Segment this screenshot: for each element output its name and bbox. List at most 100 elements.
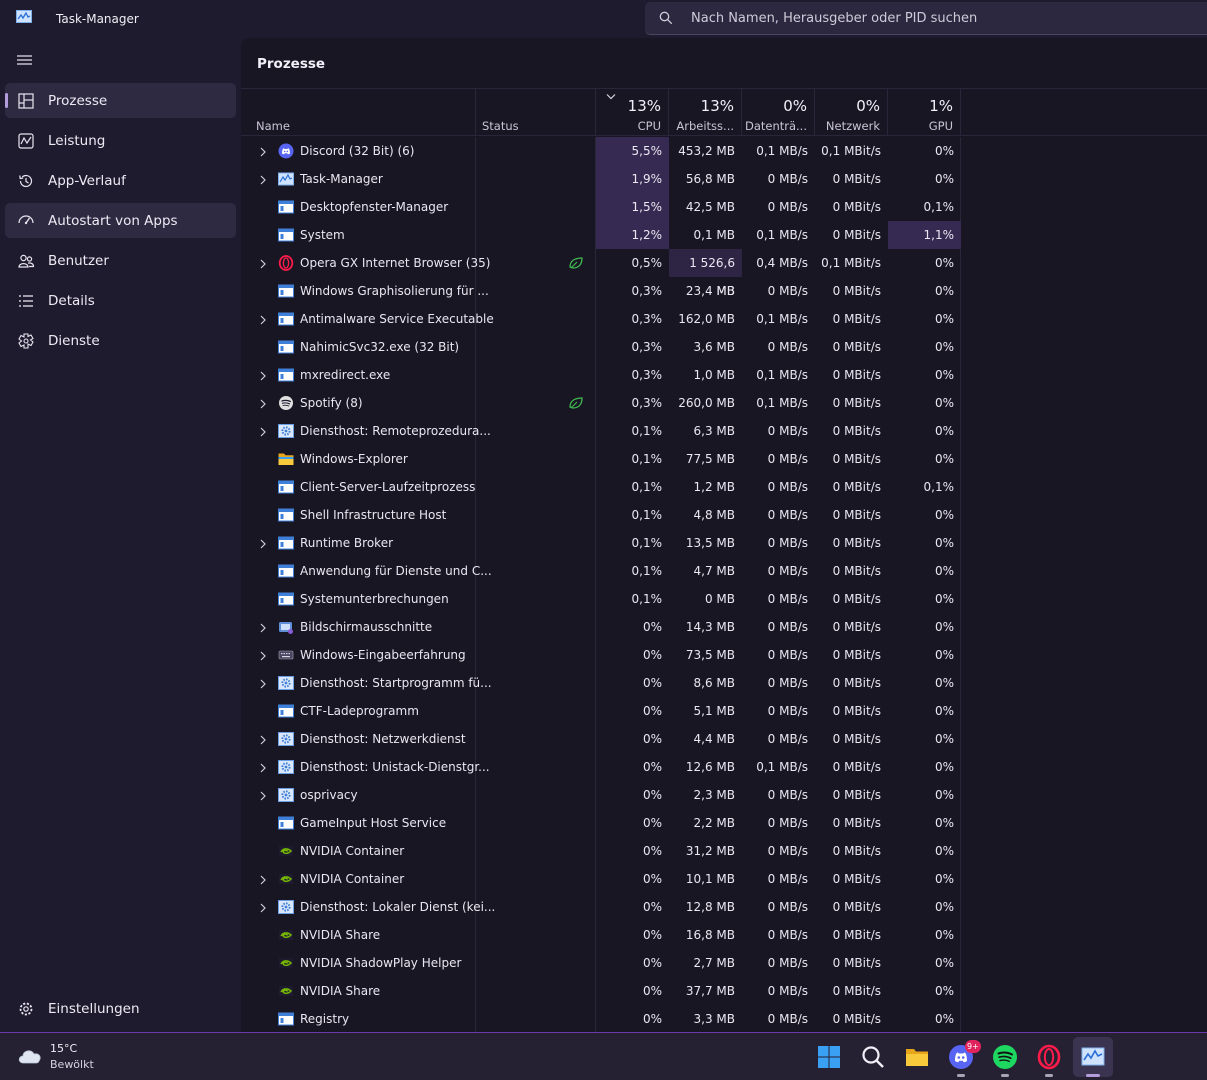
disk-cell: 0 MB/s <box>767 480 808 494</box>
hamburger-menu-icon[interactable] <box>14 52 34 68</box>
taskbar: 15°C Bewölkt 9+ <box>0 1032 1207 1080</box>
nav-item-app-verlauf[interactable]: App-Verlauf <box>5 163 236 198</box>
process-row[interactable]: Diensthost: Netzwerkdienst 0% 4,4 MB 0 MB/s… <box>241 725 1207 753</box>
process-row[interactable]: Runtime Broker 0,1% 13,5 MB 0 MB/s 0 MBit/s 0… <box>241 529 1207 557</box>
expand-chevron-icon[interactable] <box>259 622 267 633</box>
process-row[interactable]: Diensthost: Unistack-Dienstgr... 0% 12,6 M… <box>241 753 1207 781</box>
gpu-cell: 0% <box>934 172 954 186</box>
processes-icon <box>18 93 34 109</box>
column-header-status[interactable]: Status <box>476 89 596 136</box>
taskbar-discord-button[interactable]: 9+ <box>941 1037 981 1077</box>
column-header-disk[interactable]: 0% Datenträ... <box>742 89 815 136</box>
process-row[interactable]: Windows Graphisolierung für ... 0,3% 23,4 … <box>241 277 1207 305</box>
process-row[interactable]: NVIDIA Container 0% 10,1 MB 0 MB/s 0 MBit/s 0… <box>241 865 1207 893</box>
process-row[interactable]: Registry 0% 3,3 MB 0 MB/s 0 MBit/s 0% <box>241 1005 1207 1032</box>
search-box[interactable] <box>645 2 1207 35</box>
network-cell: 0 MBit/s <box>832 312 881 326</box>
process-row[interactable]: NVIDIA Container 0% 31,2 MB 0 MB/s 0 MBit/s 0… <box>241 837 1207 865</box>
expand-chevron-icon[interactable] <box>259 146 267 157</box>
taskbar-search-button[interactable] <box>853 1037 893 1077</box>
process-row[interactable]: Desktopfenster-Manager 1,5% 42,5 MB 0 MB/s 0… <box>241 193 1207 221</box>
taskbar-spotify-button[interactable] <box>985 1037 1025 1077</box>
memory-cell: 14,3 MB <box>685 620 735 634</box>
process-row[interactable]: NVIDIA Share 0% 37,7 MB 0 MB/s 0 MBit/s 0% <box>241 977 1207 1005</box>
cpu-cell: 1,2% <box>596 221 669 249</box>
process-row[interactable]: Diensthost: Remoteprozedura... 0,1% 6,3 MB… <box>241 417 1207 445</box>
spotify-icon <box>278 395 294 411</box>
process-row[interactable]: osprivacy 0% 2,3 MB 0 MB/s 0 MBit/s 0% <box>241 781 1207 809</box>
taskbar-task-manager-button[interactable] <box>1073 1037 1113 1077</box>
expand-chevron-icon[interactable] <box>259 734 267 745</box>
process-name: mxredirect.exe <box>300 368 391 382</box>
process-row[interactable]: mxredirect.exe 0,3% 1,0 MB 0,1 MB/s 0 MBit/s… <box>241 361 1207 389</box>
nav-item-autostart[interactable]: Autostart von Apps <box>5 203 236 238</box>
column-header-cpu[interactable]: 13% CPU <box>596 89 669 136</box>
opera-icon <box>278 255 294 271</box>
column-header-gpu[interactable]: 1% GPU <box>888 89 961 136</box>
column-header-memory[interactable]: 13% Arbeitss... <box>669 89 742 136</box>
process-row[interactable]: Diensthost: Lokaler Dienst (kei... 0% 12,8… <box>241 893 1207 921</box>
process-row[interactable]: Diensthost: Startprogramm fü... 0% 8,6 MB 0… <box>241 669 1207 697</box>
search-input[interactable] <box>691 2 1191 34</box>
process-row[interactable]: Windows-Explorer 0,1% 77,5 MB 0 MB/s 0 MBit/… <box>241 445 1207 473</box>
process-row[interactable]: NVIDIA Share 0% 16,8 MB 0 MB/s 0 MBit/s 0% <box>241 921 1207 949</box>
nav-item-details[interactable]: Details <box>5 283 236 318</box>
column-header-network[interactable]: 0% Netzwerk <box>815 89 888 136</box>
expand-chevron-icon[interactable] <box>259 650 267 661</box>
nav-item-einstellungen[interactable]: Einstellungen <box>5 991 236 1026</box>
process-row[interactable]: Antimalware Service Executable 0,3% 162,0 … <box>241 305 1207 333</box>
nav-item-dienste[interactable]: Dienste <box>5 323 236 358</box>
process-row[interactable]: GameInput Host Service 0% 2,2 MB 0 MB/s 0 MB… <box>241 809 1207 837</box>
gpu-cell: 0% <box>934 284 954 298</box>
cpu-cell: 1,9% <box>596 165 669 193</box>
expand-chevron-icon[interactable] <box>259 370 267 381</box>
process-row[interactable]: NahimicSvc32.exe (32 Bit) 0,3% 3,6 MB 0 MB/… <box>241 333 1207 361</box>
network-cell: 0 MBit/s <box>832 732 881 746</box>
taskbar-opera-button[interactable] <box>1029 1037 1069 1077</box>
disk-cell: 0,1 MB/s <box>756 396 808 410</box>
expand-chevron-icon[interactable] <box>259 174 267 185</box>
expand-chevron-icon[interactable] <box>259 538 267 549</box>
process-row[interactable]: Shell Infrastructure Host 0,1% 4,8 MB 0 MB/… <box>241 501 1207 529</box>
snip-icon <box>278 619 294 635</box>
process-row[interactable]: NVIDIA ShadowPlay Helper 0% 2,7 MB 0 MB/s 0 … <box>241 949 1207 977</box>
process-row[interactable]: Opera GX Internet Browser (35) 0,5% 1 526,… <box>241 249 1207 298</box>
process-row[interactable]: CTF-Ladeprogramm 0% 5,1 MB 0 MB/s 0 MBit/s 0% <box>241 697 1207 725</box>
nvidia-icon <box>278 871 294 887</box>
process-row[interactable]: Discord (32 Bit) (6) 5,5% 453,2 MB 0,1 MB/s… <box>241 137 1207 165</box>
page-title: Prozesse <box>257 56 326 72</box>
gpu-cell: 0% <box>934 676 954 690</box>
weather-temperature[interactable]: 15°C <box>50 1042 77 1055</box>
expand-chevron-icon[interactable] <box>259 314 267 325</box>
expand-chevron-icon[interactable] <box>259 678 267 689</box>
process-row[interactable]: Systemunterbrechungen 0,1% 0 MB 0 MB/s 0 MBi… <box>241 585 1207 613</box>
gear-icon <box>278 423 294 439</box>
nav-item-prozesse[interactable]: Prozesse <box>5 83 236 118</box>
process-row[interactable]: Client-Server-Laufzeitprozess 0,1% 1,2 MB 0… <box>241 473 1207 501</box>
expand-chevron-icon[interactable] <box>259 902 267 913</box>
process-row[interactable]: Spotify (8) 0,3% 260,0 MB 0,1 MB/s 0 MBit/s 0… <box>241 389 1207 417</box>
gpu-cell: 0% <box>934 256 954 270</box>
nav-item-leistung[interactable]: Leistung <box>5 123 236 158</box>
process-row[interactable]: Task-Manager 1,9% 56,8 MB 0 MB/s 0 MBit/s 0% <box>241 165 1207 193</box>
expand-chevron-icon[interactable] <box>259 258 267 269</box>
expand-chevron-icon[interactable] <box>259 426 267 437</box>
taskbar-explorer-button[interactable] <box>897 1037 937 1077</box>
expand-chevron-icon[interactable] <box>259 762 267 773</box>
weather-description[interactable]: Bewölkt <box>50 1058 94 1071</box>
process-name: Windows Graphisolierung für ... <box>300 284 489 298</box>
disk-cell: 0,1 MB/s <box>756 368 808 382</box>
process-row[interactable]: System 1,2% 0,1 MB 0,1 MB/s 0 MBit/s 1,1% <box>241 221 1207 249</box>
process-row[interactable]: Windows-Eingabeerfahrung 0% 73,5 MB 0 MB/s 0… <box>241 641 1207 669</box>
network-cell: 0 MBit/s <box>832 564 881 578</box>
process-row[interactable]: Anwendung für Dienste und C... 0,1% 4,7 MB… <box>241 557 1207 585</box>
cloud-icon[interactable] <box>16 1045 44 1065</box>
taskbar-start-button[interactable] <box>809 1037 849 1077</box>
expand-chevron-icon[interactable] <box>259 398 267 409</box>
process-row[interactable]: Bildschirmausschnitte 0% 14,3 MB 0 MB/s 0 MB… <box>241 613 1207 641</box>
nav-item-benutzer[interactable]: Benutzer <box>5 243 236 278</box>
expand-chevron-icon[interactable] <box>259 874 267 885</box>
column-header-name[interactable]: Name <box>241 89 476 136</box>
expand-chevron-icon[interactable] <box>259 790 267 801</box>
gpu-cell: 0% <box>934 424 954 438</box>
